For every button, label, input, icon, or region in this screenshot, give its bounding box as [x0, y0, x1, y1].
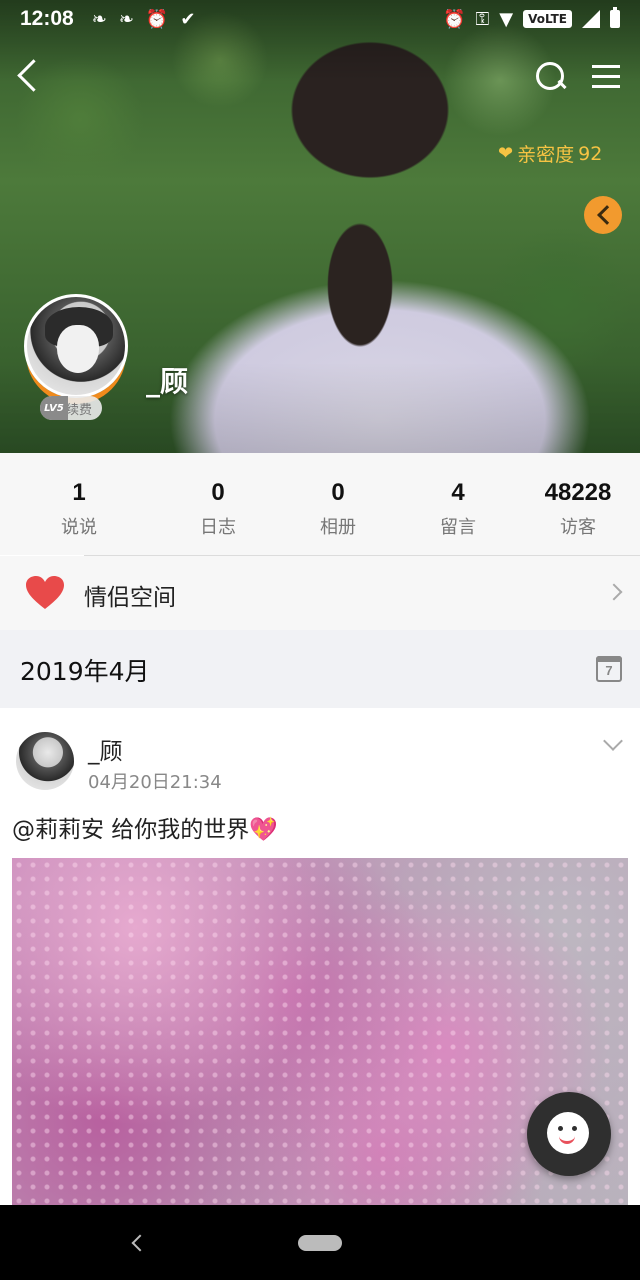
chevron-down-icon[interactable] [603, 731, 623, 751]
post-text-body: @莉莉安 给你我的世界 [12, 817, 250, 843]
stat-label: 日志 [200, 517, 236, 538]
stat-album[interactable]: 0 相册 [278, 453, 398, 555]
stats-row: 1 说说 0 日志 0 相册 4 留言 48228 访客 [0, 453, 640, 555]
stat-label: 说说 [61, 517, 97, 538]
battery-icon [610, 7, 620, 28]
signal-icon [582, 10, 600, 28]
sparkling-heart-emoji: 💖 [249, 817, 278, 843]
notification-icons: ❧ ❧ ⏰ ✔ [92, 9, 196, 30]
nav-back-icon[interactable] [131, 1234, 149, 1252]
system-nav-bar [0, 1205, 640, 1280]
wifi-icon: ▼ [499, 8, 514, 30]
couple-space-label: 情侣空间 [84, 585, 176, 611]
stat-value: 0 [211, 479, 225, 506]
alarm-icon: ⏰ [145, 8, 169, 30]
avatar[interactable] [24, 294, 128, 398]
couple-space-row[interactable]: 情侣空间 [0, 556, 640, 630]
nav-home-pill[interactable] [298, 1235, 342, 1251]
month-label: 2019年4月 [20, 657, 150, 686]
profile-screen: 12:08 ❧ ❧ ⏰ ✔ ⏰ ⚿ ▼ VoLTE ❤ 亲密度 92 LV5 续… [0, 0, 640, 1280]
stat-messages[interactable]: 4 留言 [398, 453, 518, 555]
intimacy-label: 亲密度 [517, 144, 575, 166]
heart-icon [26, 576, 64, 609]
search-button[interactable] [532, 58, 570, 96]
post-timestamp: 04月20日21:34 [88, 772, 222, 793]
stat-value: 4 [451, 479, 465, 506]
back-button[interactable] [10, 56, 50, 96]
post-author-name[interactable]: _顾 [88, 732, 123, 766]
calendar-day: 7 [605, 663, 613, 678]
calendar-icon[interactable]: 7 [596, 656, 622, 682]
month-header: 2019年4月 [0, 630, 640, 708]
stat-value: 48228 [544, 479, 612, 506]
system-icons: ⏰ ⚿ ▼ VoLTE [443, 7, 620, 30]
intimacy-value: 92 [578, 142, 603, 165]
status-time: 12:08 [20, 7, 74, 30]
stat-shuoshuo[interactable]: 1 说说 [0, 453, 158, 555]
floating-assistant-button[interactable] [527, 1092, 611, 1176]
stat-label: 相册 [320, 517, 356, 538]
check-icon: ✔ [180, 8, 196, 30]
stat-visitors[interactable]: 48228 访客 [518, 453, 638, 555]
post-author-avatar[interactable] [16, 732, 74, 790]
status-bar: 12:08 ❧ ❧ ⏰ ✔ ⏰ ⚿ ▼ VoLTE [0, 0, 640, 38]
avatar-face [57, 325, 99, 373]
post-text: @莉莉安 给你我的世界💖 [12, 810, 278, 844]
app-notification-icon: ❧ [118, 8, 134, 30]
smiley-icon [547, 1112, 589, 1154]
stat-blog[interactable]: 0 日志 [158, 453, 278, 555]
alarm-icon: ⏰ [443, 8, 466, 30]
app-notification-icon: ❧ [91, 8, 107, 30]
vip-level: LV5 [40, 396, 68, 420]
stat-value: 1 [72, 479, 86, 506]
key-icon: ⚿ [475, 8, 490, 30]
stat-label: 访客 [560, 517, 596, 538]
intimacy-badge[interactable]: ❤ 亲密度 92 [498, 140, 602, 167]
stat-value: 0 [331, 479, 345, 506]
vip-renew-label: 续费 [66, 402, 93, 418]
volte-icon: VoLTE [523, 10, 572, 28]
vip-renew-badge[interactable]: LV5 续费 [40, 396, 103, 420]
avatar-image [24, 294, 128, 398]
top-nav [0, 52, 640, 102]
collapse-button[interactable] [584, 196, 622, 234]
profile-username: _顾 [146, 365, 189, 398]
menu-button[interactable] [592, 62, 622, 92]
chevron-right-icon [605, 583, 623, 601]
stat-label: 留言 [440, 517, 476, 538]
heart-icon: ❤ [498, 143, 514, 164]
